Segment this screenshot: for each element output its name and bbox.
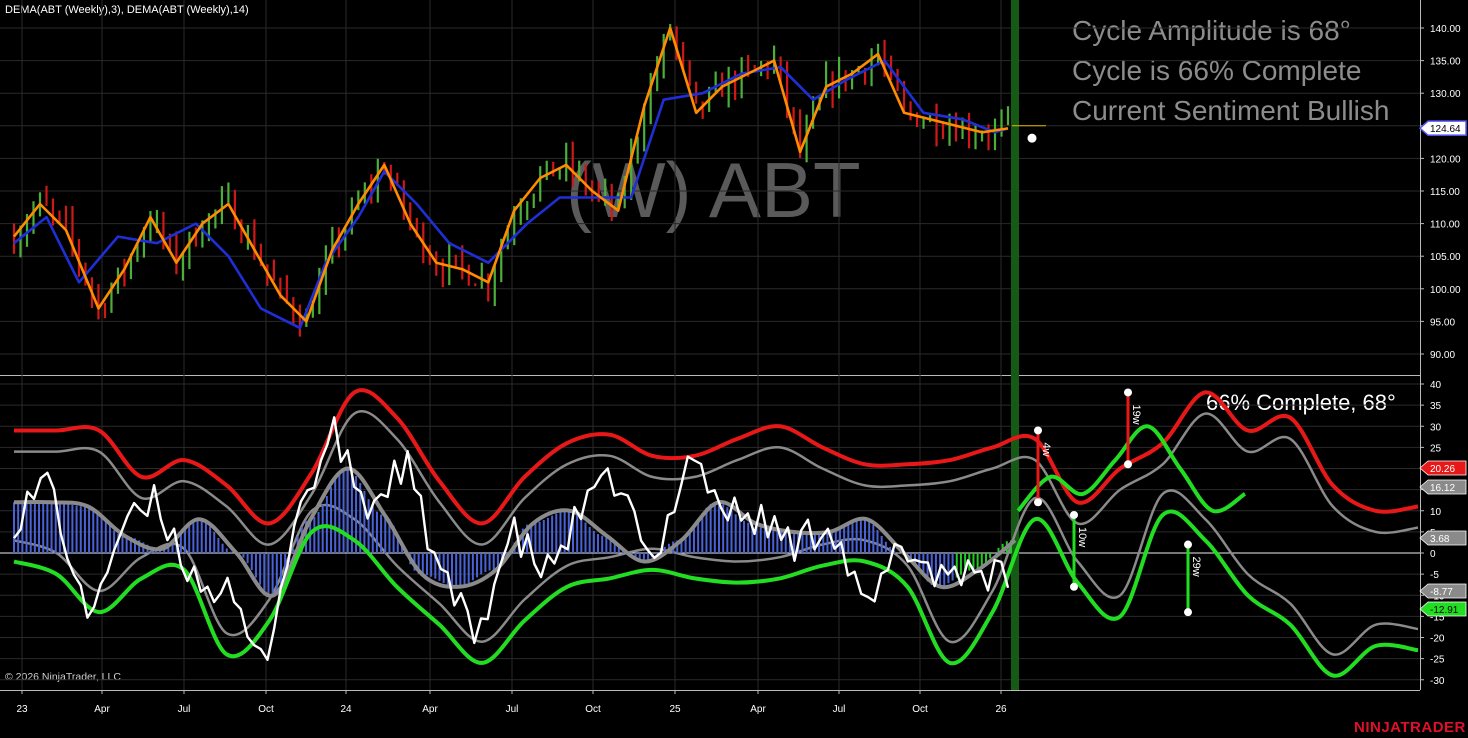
value-badge-text: -12.91	[1430, 605, 1459, 616]
cycle-tick-label: 25	[1430, 443, 1442, 454]
last-price-value: 124.64	[1430, 124, 1461, 135]
cycle-marker-label: 19w	[1130, 404, 1142, 424]
x-tick-label: Oct	[585, 704, 601, 715]
x-tick-label: 23	[16, 704, 28, 715]
x-tick-label: Oct	[912, 704, 928, 715]
cycle-tick-label: 35	[1430, 401, 1442, 412]
dema-14-line	[13, 59, 1009, 330]
last-price-dot	[1027, 133, 1037, 143]
upper-inner-band	[14, 410, 1419, 546]
price-tick-label: 130.00	[1430, 89, 1461, 100]
cycle-marker-dot	[1124, 388, 1132, 397]
value-badge-text: 16.12	[1430, 483, 1455, 494]
value-badge-text: -8.77	[1430, 587, 1453, 598]
x-tick-label: Jul	[833, 704, 846, 715]
current-bar-marker	[1011, 0, 1019, 690]
x-tick-label: 24	[340, 704, 352, 715]
cycle-marker-dot	[1184, 540, 1192, 549]
cycle-tick-label: 40	[1430, 380, 1442, 391]
price-tick-label: 115.00	[1430, 187, 1460, 198]
cycle-marker-dot	[1124, 460, 1132, 469]
price-tick-label: 90.00	[1430, 350, 1455, 361]
price-tick-label: 95.00	[1430, 317, 1455, 328]
x-tick-label: Apr	[94, 704, 110, 715]
cycle-tick-label: 10	[1430, 507, 1442, 518]
cycle-marker-label: 29w	[1190, 557, 1202, 577]
price-and-cycle-chart[interactable]: 90.00 95.00 100.00 105.00 110.00 115.00 120.00…	[0, 0, 1468, 738]
cycle-marker-dot	[1034, 498, 1042, 507]
x-tick-label: Jul	[178, 704, 191, 715]
cycle-tick-label: -25	[1430, 655, 1445, 666]
lower-band	[13, 509, 1419, 678]
price-tick-label: 120.00	[1430, 154, 1461, 165]
cycle-marker-dot	[1070, 582, 1078, 591]
cycle-tick-label: 0	[1430, 549, 1436, 560]
price-tick-label: 105.00	[1430, 252, 1461, 263]
cycle-tick-label: -30	[1430, 676, 1445, 687]
x-tick-label: Apr	[422, 704, 438, 715]
cycle-marker-dot	[1034, 426, 1042, 435]
price-tick-label: 135.00	[1430, 57, 1461, 68]
x-tick-label: 26	[995, 704, 1007, 715]
value-badge-text: 20.26	[1430, 464, 1455, 475]
x-tick-label: Jul	[506, 704, 519, 715]
cycle-tick-label: -20	[1430, 634, 1445, 645]
price-tick-label: 100.00	[1430, 285, 1461, 296]
cycle-marker-label: 4w	[1040, 442, 1052, 456]
x-tick-label: Oct	[258, 704, 274, 715]
x-tick-label: Apr	[750, 704, 766, 715]
lower-inner-band	[13, 489, 1419, 656]
ohlc-bars	[12, 24, 1010, 337]
cycle-marker-label: 10w	[1076, 527, 1088, 547]
x-tick-label: 25	[669, 704, 681, 715]
price-tick-label: 140.00	[1430, 24, 1461, 35]
cycle-marker-dot	[1184, 608, 1192, 617]
price-tick-label: 110.00	[1430, 220, 1460, 231]
cycle-tick-label: -5	[1430, 570, 1439, 581]
value-badge-text: 3.68	[1430, 534, 1450, 545]
cycle-marker-dot	[1070, 510, 1078, 519]
cycle-tick-label: 30	[1430, 422, 1442, 433]
